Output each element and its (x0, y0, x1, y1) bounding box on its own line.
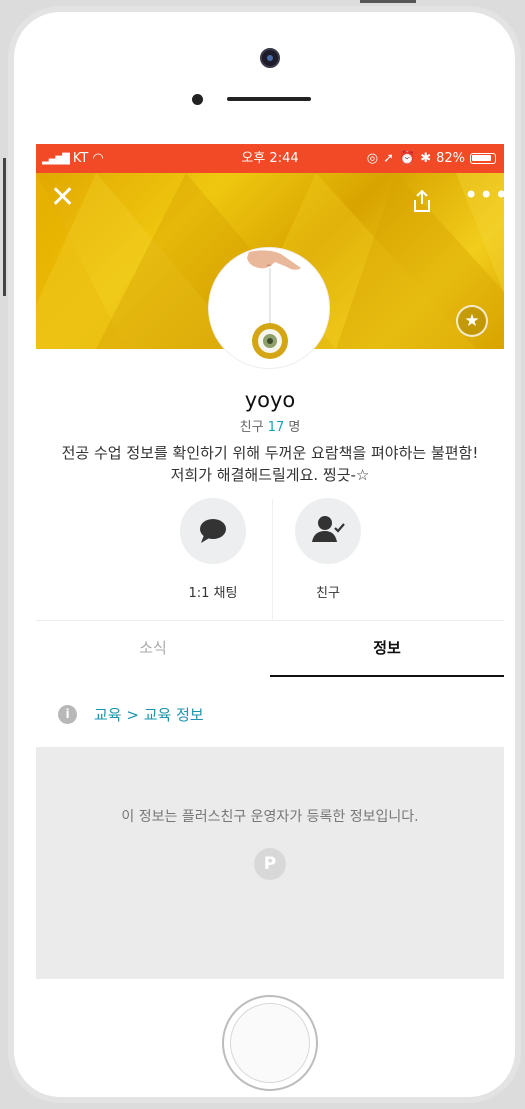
location-icon: ➚ (383, 151, 394, 166)
action-divider (272, 499, 273, 619)
info-box: 이 정보는 플러스친구 운영자가 등록한 정보입니다. P (36, 747, 504, 979)
proximity-sensor (192, 94, 203, 105)
profile-description: 전공 수업 정보를 확인하기 위해 두꺼운 요람책을 펴야하는 불편함! 저희가… (61, 444, 479, 484)
profile-avatar (209, 248, 329, 368)
friend-count-unit: 명 (288, 420, 301, 435)
lock-rotation-icon: ◎ (366, 151, 379, 166)
chat-label: 1:1 채팅 (188, 586, 238, 601)
yoyo-image (247, 250, 301, 359)
battery-icon (470, 153, 496, 164)
front-camera (260, 48, 280, 68)
person-check-icon (312, 516, 345, 542)
info-text: 이 정보는 플러스친구 운영자가 등록한 정보입니다. (121, 809, 419, 825)
home-button[interactable] (222, 995, 318, 1091)
category-path[interactable]: 교육 > 교육 정보 (94, 704, 204, 725)
share-icon[interactable] (411, 189, 433, 217)
chat-button[interactable]: 1:1 채팅 (178, 498, 248, 601)
battery-percent: 82% (436, 151, 465, 166)
chat-icon-circle (180, 498, 246, 564)
phone-top-button (360, 0, 416, 3)
earpiece-speaker (227, 97, 311, 101)
phone-side-button (3, 158, 6, 296)
friend-button[interactable]: 친구 (293, 498, 363, 601)
friend-count-label: 친구 (239, 420, 264, 435)
more-icon[interactable]: ••• (464, 181, 504, 209)
status-bar: ▂▄▆█ KT ◠ 오후 2:44 ◎ ➚ ⏰ ✱ 82% (36, 144, 504, 173)
alarm-icon: ⏰ (399, 151, 416, 166)
tab-news[interactable]: 소식 (36, 621, 270, 675)
info-icon: i (58, 705, 77, 724)
close-icon[interactable]: ✕ (50, 183, 75, 213)
status-right: ◎ ➚ ⏰ ✱ 82% (367, 144, 496, 173)
star-icon[interactable]: ★ (456, 305, 488, 337)
friend-icon-circle (295, 498, 361, 564)
friend-count[interactable]: 친구 17 명 (36, 416, 504, 435)
tab-bar: 소식 정보 (36, 620, 504, 677)
plus-friend-logo-icon: P (254, 848, 286, 880)
profile-name: yoyo (244, 388, 296, 412)
app-screen: ▂▄▆█ KT ◠ 오후 2:44 ◎ ➚ ⏰ ✱ 82% ✕ •• ★ yoy… (36, 144, 504, 979)
tab-info[interactable]: 정보 (270, 621, 504, 677)
category-row[interactable]: i 교육 > 교육 정보 (36, 684, 504, 744)
chat-bubble-icon (200, 519, 226, 543)
friend-label: 친구 (316, 586, 340, 601)
bluetooth-icon: ✱ (420, 151, 432, 166)
friend-count-number: 17 (267, 420, 285, 435)
